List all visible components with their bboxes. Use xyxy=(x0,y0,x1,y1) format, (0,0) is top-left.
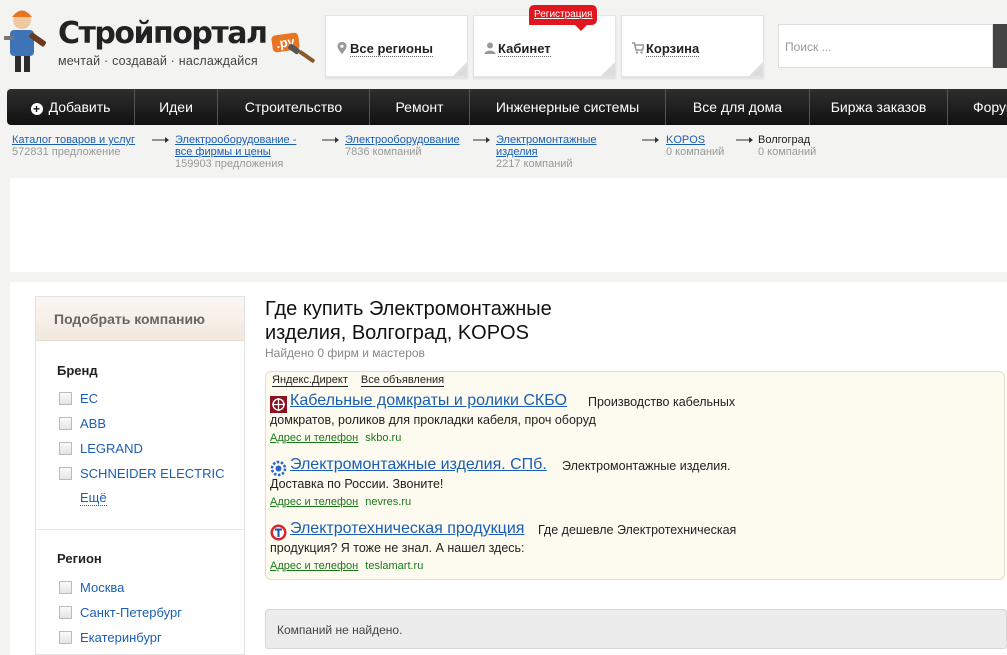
breadcrumb-count: 0 компаний xyxy=(666,146,725,158)
region-selector[interactable]: Все регионы xyxy=(325,15,468,77)
cart-icon xyxy=(632,42,644,54)
more-brands-link[interactable]: Ещё xyxy=(80,491,107,506)
ad-text: Где дешевле Электротехническая продукция… xyxy=(270,523,737,555)
breadcrumb-item: Электрооборудование 7836 компаний xyxy=(345,134,460,158)
breadcrumb-item: Электрооборудование - все фирмы и цены 1… xyxy=(175,134,305,170)
divider xyxy=(36,529,244,530)
region-option-label[interactable]: Екатеринбург xyxy=(80,630,162,645)
breadcrumb-count: 0 компаний xyxy=(758,146,817,158)
ad-item: Электромонтажные изделия. СПб. Электромо… xyxy=(270,456,990,512)
filter-header: Подобрать компанию xyxy=(36,297,244,341)
nav-orders[interactable]: Биржа заказов xyxy=(810,89,948,125)
ad-meta: Адрес и телефон skbo.ru xyxy=(270,432,401,444)
brand-filter-title: Бренд xyxy=(57,363,98,378)
ad-text: Производство кабельных домкратов, ролико… xyxy=(270,395,736,427)
brand-option-label[interactable]: EC xyxy=(80,391,98,406)
ad-domain[interactable]: skbo.ru xyxy=(365,432,401,444)
ad-item: Электротехническая продукция Где дешевле… xyxy=(270,520,990,576)
ad-address-link[interactable]: Адрес и телефон xyxy=(270,560,358,572)
region-option-label[interactable]: Москва xyxy=(80,580,124,595)
box-fold-corner xyxy=(749,62,763,76)
page-title: Где купить Электромонтажные изделия, Вол… xyxy=(265,298,552,344)
breadcrumb-link[interactable]: Каталог товаров и услуг xyxy=(12,134,135,146)
ad-text: Электромонтажные изделия. Доставка по Ро… xyxy=(270,459,731,491)
box-fold-corner xyxy=(453,62,467,76)
region-filter-title: Регион xyxy=(57,551,102,566)
logo-tagline: мечтай · создавай · наслаждайся xyxy=(58,54,258,68)
user-icon xyxy=(484,42,496,54)
breadcrumb-link[interactable]: Электромонтажные изделия xyxy=(496,134,606,158)
breadcrumb-link[interactable]: Электрооборудование xyxy=(345,134,460,146)
breadcrumb-current-label: Волгоград xyxy=(758,134,811,146)
breadcrumb-count: 159903 предложения xyxy=(175,158,284,170)
breadcrumb-item: Электромонтажные изделия 2217 компаний xyxy=(496,134,606,170)
nav-construction[interactable]: Строительство xyxy=(218,89,370,125)
register-link[interactable]: Регистрация xyxy=(529,5,598,31)
logo-title: Стройпортал xyxy=(58,16,268,51)
filter-sidebar: Подобрать компанию Бренд EC ABB LEGRAND … xyxy=(35,296,245,655)
search-input[interactable]: Поиск ... xyxy=(778,24,993,68)
cart-button[interactable]: Корзина xyxy=(621,15,764,77)
breadcrumb-count: 7836 компаний xyxy=(345,146,422,158)
breadcrumb: Каталог товаров и услуг 572831 предложен… xyxy=(0,134,1007,174)
nav-engineering[interactable]: Инженерные системы xyxy=(470,89,666,125)
breadcrumb-link[interactable]: Электрооборудование - все фирмы и цены xyxy=(175,134,305,158)
yandex-direct-link[interactable]: Яндекс.Директ xyxy=(272,374,348,387)
ad-meta: Адрес и телефон teslamart.ru xyxy=(270,560,423,572)
box-fold-corner xyxy=(601,62,615,76)
region-selector-label: Все регионы xyxy=(350,41,433,57)
main-nav: + Добавить Идеи Строительство Ремонт Инже… xyxy=(7,89,1007,125)
results-count: Найдено 0 фирм и мастеров xyxy=(265,346,425,360)
ads-header: Яндекс.Директ Все объявления xyxy=(272,374,454,387)
yandex-direct-block: Яндекс.Директ Все объявления Кабельные д… xyxy=(265,371,1005,580)
cart-label: Корзина xyxy=(646,41,700,57)
region-option-label[interactable]: Санкт-Петербург xyxy=(80,605,182,620)
arrow-right-icon xyxy=(152,137,169,143)
breadcrumb-link[interactable]: KOPOS xyxy=(666,134,724,146)
checkbox[interactable] xyxy=(59,581,72,594)
ad-item: Кабельные домкраты и ролики СКБО Произво… xyxy=(270,392,990,448)
builder-mascot-icon xyxy=(4,10,46,72)
ad-meta: Адрес и телефон nevres.ru xyxy=(270,496,411,508)
site-logo[interactable]: Стройпортал .ру мечтай · создавай · насл… xyxy=(2,6,322,78)
breadcrumb-item: KOPOS 0 компаний xyxy=(666,134,724,158)
nav-add-label: Добавить xyxy=(48,99,111,115)
breadcrumb-count: 572831 предложение xyxy=(12,146,121,158)
brand-option-label[interactable]: SCHNEIDER ELECTRIC xyxy=(80,466,224,481)
nav-ideas[interactable]: Идеи xyxy=(135,89,218,125)
checkbox[interactable] xyxy=(59,467,72,480)
ad-banner-area xyxy=(10,178,1007,272)
ad-address-link[interactable]: Адрес и телефон xyxy=(270,496,358,508)
arrow-right-icon xyxy=(322,137,339,143)
brand-option-label[interactable]: ABB xyxy=(80,416,106,431)
nav-add[interactable]: + Добавить xyxy=(7,89,135,125)
map-pin-icon xyxy=(337,42,347,54)
brand-option-label[interactable]: LEGRAND xyxy=(80,441,143,456)
checkbox[interactable] xyxy=(59,392,72,405)
checkbox[interactable] xyxy=(59,442,72,455)
checkbox[interactable] xyxy=(59,417,72,430)
search-button[interactable] xyxy=(993,24,1007,68)
ad-domain[interactable]: nevres.ru xyxy=(365,496,411,508)
paint-brush-icon xyxy=(288,43,315,63)
breadcrumb-count: 2217 компаний xyxy=(496,158,573,170)
arrow-right-icon xyxy=(736,137,753,143)
site-header: Стройпортал .ру мечтай · создавай · насл… xyxy=(0,0,1007,88)
ad-domain[interactable]: teslamart.ru xyxy=(365,560,423,572)
checkbox[interactable] xyxy=(59,631,72,644)
arrow-right-icon xyxy=(642,137,659,143)
nav-repair[interactable]: Ремонт xyxy=(370,89,470,125)
arrow-right-icon xyxy=(473,137,490,143)
nav-home[interactable]: Все для дома xyxy=(666,89,810,125)
plus-icon: + xyxy=(30,103,43,115)
breadcrumb-current: Волгоград 0 компаний xyxy=(758,134,816,158)
cabinet-label: Кабинет xyxy=(498,41,551,57)
main-content: Подобрать компанию Бренд EC ABB LEGRAND … xyxy=(10,282,1007,655)
no-companies-message: Компаний не найдено. xyxy=(265,609,1007,649)
checkbox[interactable] xyxy=(59,606,72,619)
nav-forum[interactable]: Форум xyxy=(948,89,1007,125)
all-ads-link[interactable]: Все объявления xyxy=(360,374,445,387)
ad-address-link[interactable]: Адрес и телефон xyxy=(270,432,358,444)
breadcrumb-item: Каталог товаров и услуг 572831 предложен… xyxy=(12,134,135,158)
